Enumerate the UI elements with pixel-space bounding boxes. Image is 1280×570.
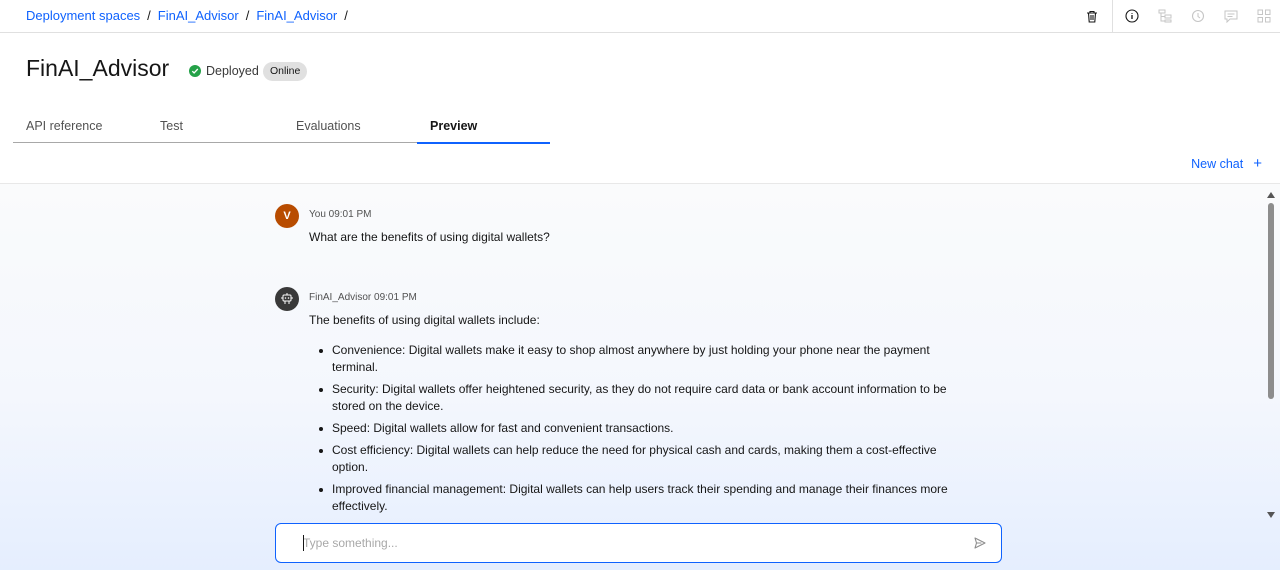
page-title: FinAI_Advisor <box>26 55 170 81</box>
new-chat-button[interactable]: New chat + <box>1191 155 1262 172</box>
chat-input[interactable] <box>303 534 943 552</box>
chat-area: V You 09:01 PM What are the benefits of … <box>0 183 1280 570</box>
breadcrumb: Deployment spaces / FinAI_Advisor / FinA… <box>26 8 355 23</box>
breadcrumb-separator: / <box>245 8 250 23</box>
scrollbar[interactable] <box>1267 189 1275 519</box>
tab-api-reference[interactable]: API reference <box>13 110 147 143</box>
message-meta: FinAI_Advisor 09:01 PM <box>309 292 417 303</box>
send-icon[interactable] <box>973 536 987 550</box>
message-meta: You 09:01 PM <box>309 209 372 220</box>
breadcrumb-deployment[interactable]: FinAI_Advisor <box>256 8 337 23</box>
plus-icon: + <box>1253 155 1262 172</box>
scrollbar-thumb[interactable] <box>1268 203 1274 399</box>
message-bullets: Convenience: Digital wallets make it eas… <box>309 342 969 520</box>
bot-icon <box>275 287 299 311</box>
list-item: Cost efficiency: Digital wallets can hel… <box>309 442 969 476</box>
avatar: V <box>275 204 299 228</box>
status-badge: Online <box>263 62 308 81</box>
text-cursor <box>303 535 304 551</box>
tab-test[interactable]: Test <box>147 110 281 143</box>
scroll-up-arrow-icon[interactable] <box>1267 192 1275 198</box>
breadcrumb-space[interactable]: FinAI_Advisor <box>158 8 239 23</box>
history-icon[interactable] <box>1181 0 1214 32</box>
tab-preview[interactable]: Preview <box>417 110 550 144</box>
tab-evaluations[interactable]: Evaluations <box>283 110 417 143</box>
comment-icon[interactable] <box>1214 0 1247 32</box>
chat-input-box <box>275 523 1002 563</box>
breadcrumb-separator: / <box>344 8 348 23</box>
toolbar-divider <box>1112 0 1113 32</box>
breadcrumb-deployment-spaces[interactable]: Deployment spaces <box>26 8 140 23</box>
top-bar: Deployment spaces / FinAI_Advisor / FinA… <box>0 0 1280 33</box>
status-label: Deployed <box>206 64 259 78</box>
message-intro: The benefits of using digital wallets in… <box>309 313 540 327</box>
trash-icon[interactable] <box>1075 0 1108 32</box>
scroll-down-arrow-icon[interactable] <box>1267 512 1275 518</box>
checkmark-icon <box>189 65 201 77</box>
toolbar <box>1075 0 1280 32</box>
list-item: Speed: Digital wallets allow for fast an… <box>309 420 969 437</box>
breadcrumb-separator: / <box>147 8 151 23</box>
deployment-status: Deployed <box>189 64 259 78</box>
message-text: What are the benefits of using digital w… <box>309 230 550 244</box>
list-item: Convenience: Digital wallets make it eas… <box>309 342 969 376</box>
info-icon[interactable] <box>1115 0 1148 32</box>
new-chat-label: New chat <box>1191 156 1244 171</box>
tab-bar: API reference Test Evaluations Preview <box>13 110 550 144</box>
apps-icon[interactable] <box>1247 0 1280 32</box>
hierarchy-icon[interactable] <box>1148 0 1181 32</box>
list-item: Improved financial management: Digital w… <box>309 481 969 515</box>
list-item: Security: Digital wallets offer heighten… <box>309 381 969 415</box>
